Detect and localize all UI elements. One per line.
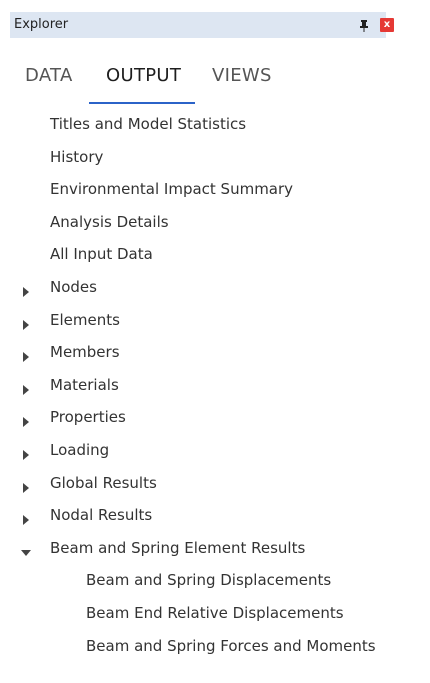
tab-output[interactable]: OUTPUT xyxy=(106,65,181,86)
tree-item-label: Analysis Details xyxy=(50,212,169,231)
tree-child-beam-and-spring-forces-and-moments[interactable]: Beam and Spring Forces and Moments xyxy=(0,629,430,662)
tree-child-beam-and-spring-displacements[interactable]: Beam and Spring Displacements xyxy=(0,563,430,596)
tree-item-label: Beam and Spring Displacements xyxy=(86,571,332,590)
collapsed-arrow-icon[interactable] xyxy=(21,380,31,395)
close-glyph: x xyxy=(383,19,391,30)
tree-item-label: All Input Data xyxy=(50,245,153,264)
collapsed-arrow-icon[interactable] xyxy=(21,478,31,493)
tree-item-label: Loading xyxy=(50,440,110,459)
collapsed-arrow-icon[interactable] xyxy=(21,510,31,526)
tree-item-nodal-results[interactable]: Nodal Results xyxy=(0,498,430,531)
tree-item-label: Environmental Impact Summary xyxy=(50,180,294,199)
tree-item-label: Nodes xyxy=(50,277,97,296)
explorer-panel: Explorer x DATA OUTPUT VIEWS Titles and … xyxy=(0,0,430,683)
tree-item-label: Beam and Spring Forces and Moments xyxy=(86,636,376,655)
tree-item-label: Members xyxy=(50,343,120,362)
tree-item-analysis-details[interactable]: Analysis Details xyxy=(0,205,430,238)
tree-item-label: Properties xyxy=(50,408,126,427)
collapsed-arrow-icon[interactable] xyxy=(21,445,31,460)
tree-item-environmental-impact-summary[interactable]: Environmental Impact Summary xyxy=(0,172,430,205)
tree-item-materials[interactable]: Materials xyxy=(0,368,430,401)
tree-item-label: Global Results xyxy=(50,473,157,492)
tree-item-label: Titles and Model Statistics xyxy=(50,115,247,133)
tree-item-label: Beam and Spring Element Results xyxy=(50,538,306,557)
tree-item-label: Nodal Results xyxy=(50,506,153,525)
tab-views[interactable]: VIEWS xyxy=(212,65,272,86)
tree-item-all-input-data[interactable]: All Input Data xyxy=(0,237,430,270)
tree-item-titles-and-model-statistics[interactable]: Titles and Model Statistics xyxy=(0,107,430,140)
collapsed-arrow-icon[interactable] xyxy=(21,282,31,297)
tab-data[interactable]: DATA xyxy=(25,65,73,86)
output-tree: Titles and Model Statistics History Envi… xyxy=(0,107,430,661)
panel-title: Explorer xyxy=(14,17,69,32)
pin-icon[interactable] xyxy=(358,18,370,32)
explorer-tabs: DATA OUTPUT VIEWS xyxy=(0,60,430,110)
tree-item-global-results[interactable]: Global Results xyxy=(0,466,430,499)
tree-item-members[interactable]: Members xyxy=(0,335,430,368)
collapsed-arrow-icon[interactable] xyxy=(21,412,31,428)
tree-item-history[interactable]: History xyxy=(0,140,430,173)
tree-item-elements[interactable]: Elements xyxy=(0,303,430,336)
explorer-titlebar: Explorer x xyxy=(10,12,394,38)
collapsed-arrow-icon[interactable] xyxy=(21,347,31,363)
tree-item-label: History xyxy=(50,147,104,166)
close-icon[interactable]: x xyxy=(380,18,394,32)
active-tab-indicator xyxy=(89,102,195,104)
collapsed-arrow-icon[interactable] xyxy=(21,315,31,330)
tree-child-beam-end-relative-displacements[interactable]: Beam End Relative Displacements xyxy=(0,596,430,629)
expanded-arrow-icon[interactable] xyxy=(21,543,31,556)
tree-item-properties[interactable]: Properties xyxy=(0,400,430,433)
tree-item-label: Materials xyxy=(50,375,119,394)
tree-item-label: Beam End Relative Displacements xyxy=(86,603,344,622)
tree-item-label: Elements xyxy=(50,310,120,329)
tree-item-beam-and-spring-element-results[interactable]: Beam and Spring Element Results xyxy=(0,531,430,564)
tree-item-nodes[interactable]: Nodes xyxy=(0,270,430,303)
tree-item-loading[interactable]: Loading xyxy=(0,433,430,466)
